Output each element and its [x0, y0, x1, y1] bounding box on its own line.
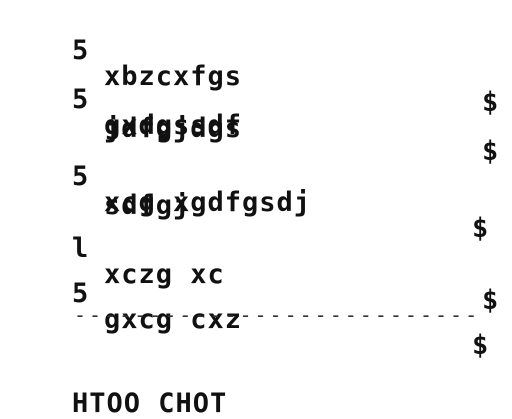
divider-line: ---------------------------: [74, 303, 481, 327]
item-quantity: 5: [72, 84, 90, 115]
receipt: 5 xbzcxfgs $ 5 gxdgssdf $ jdfgjdgs 5 xcg…: [0, 0, 512, 419]
item-quantity: 5: [72, 35, 90, 66]
item-quantity: l: [72, 233, 90, 264]
receipt-footer-text: HTOO CHOT: [72, 388, 228, 419]
item-price: $: [482, 136, 500, 167]
line-item: 5 gxcg cxz $: [0, 255, 488, 385]
item-name: xbzcxfgs: [104, 61, 243, 92]
item-name-continued: sdfgj: [104, 190, 191, 221]
item-price: $: [472, 213, 490, 244]
item-name-continued: jdfgjdgs: [104, 113, 243, 144]
item-price: $: [472, 330, 490, 361]
item-quantity: 5: [72, 161, 90, 192]
item-price: $: [482, 285, 500, 316]
item-price: $: [482, 87, 500, 118]
item-name: xczg xc: [104, 259, 225, 290]
